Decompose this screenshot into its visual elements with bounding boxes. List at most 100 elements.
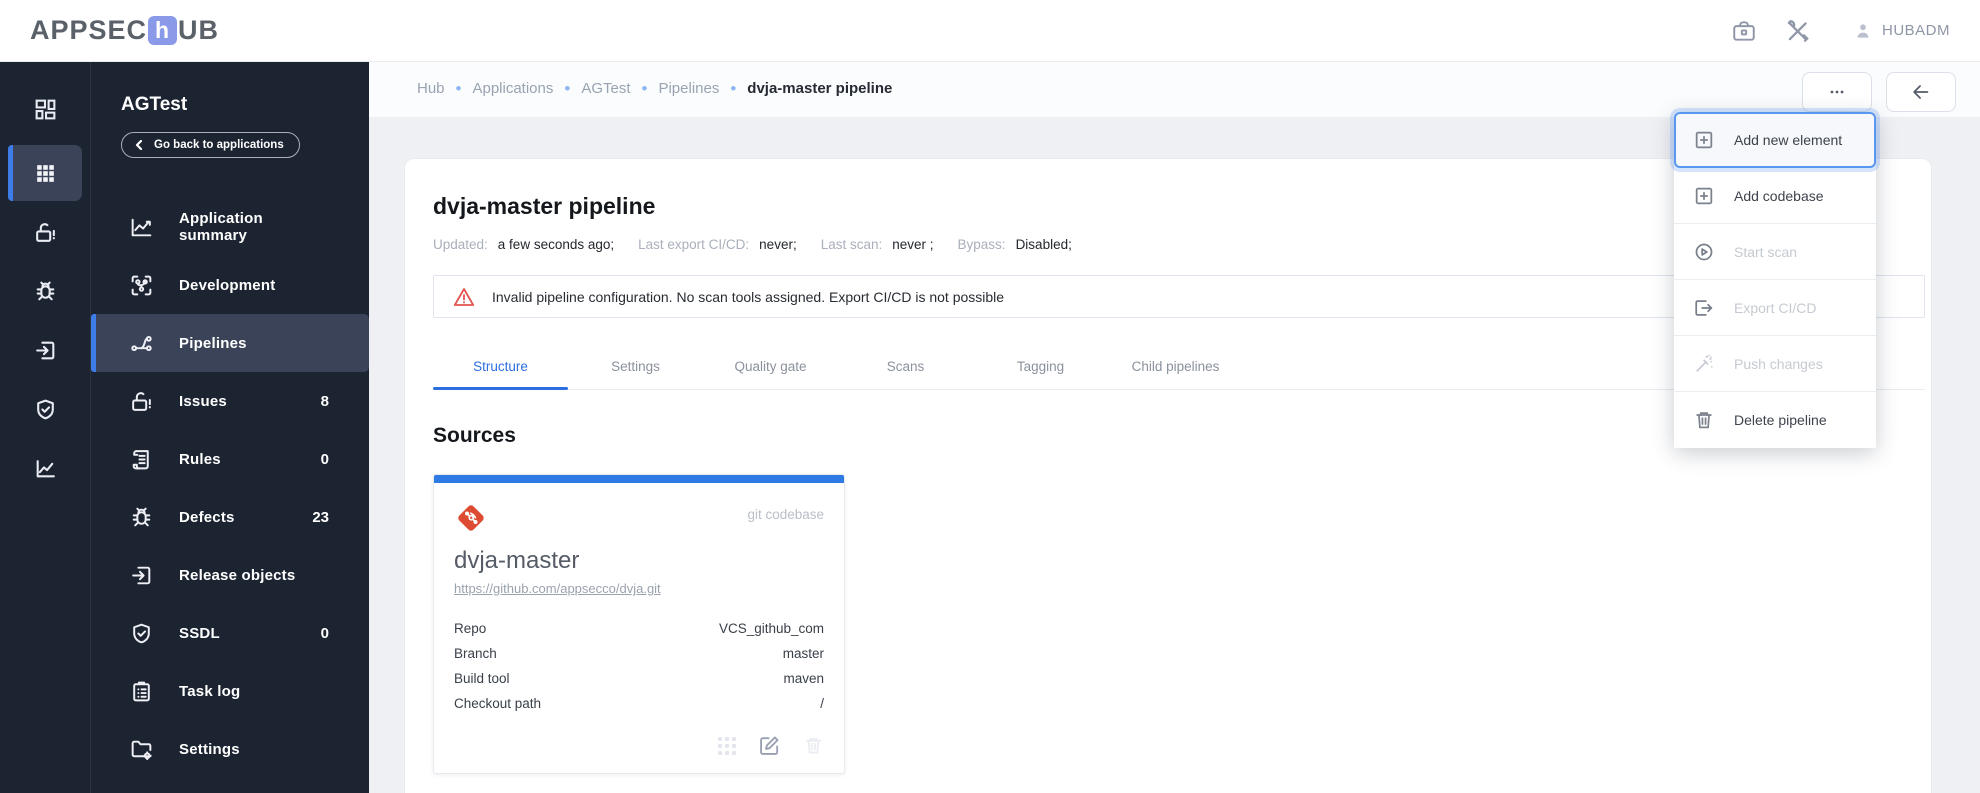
breadcrumb-agtest[interactable]: AGTest bbox=[581, 80, 630, 97]
shield-check-icon bbox=[133, 623, 150, 643]
sidebar-item-pipelines[interactable]: Pipelines bbox=[91, 314, 369, 372]
application-name: AGTest bbox=[121, 94, 188, 115]
username-label: HUBADM bbox=[1881, 22, 1950, 39]
menu-item-export-cicd[interactable]: Export CI/CD bbox=[1674, 280, 1876, 336]
release-icon bbox=[132, 566, 151, 584]
sidebar-item-issues[interactable]: Issues 8 bbox=[91, 372, 369, 430]
sidebar-item-count: 0 bbox=[320, 450, 329, 468]
sidebar-item-label: Pipelines bbox=[179, 334, 247, 352]
meta-value: Disabled; bbox=[1015, 237, 1072, 252]
git-icon bbox=[458, 505, 484, 531]
detail-value: VCS_github_com bbox=[718, 621, 824, 636]
tab-structure[interactable]: Structure bbox=[433, 346, 568, 390]
sidebar-item-ssdl[interactable]: SSDL 0 bbox=[91, 604, 369, 662]
codebase-details: Repo VCS_github_com Branch master Build … bbox=[454, 616, 824, 716]
bug-icon bbox=[36, 281, 54, 300]
drag-handle-icon[interactable] bbox=[718, 736, 736, 755]
chart-line-icon bbox=[131, 218, 152, 236]
more-actions-button[interactable] bbox=[1802, 72, 1872, 112]
sidebar-item-settings[interactable]: Settings bbox=[91, 720, 369, 778]
codebase-card: git codebase dvja-master https://github.… bbox=[433, 474, 845, 774]
breadcrumb-hub[interactable]: Hub bbox=[417, 80, 445, 97]
sidebar-item-label: Task log bbox=[179, 682, 241, 700]
arrow-left-icon bbox=[1913, 85, 1929, 99]
tab-child-pipelines[interactable]: Child pipelines bbox=[1108, 346, 1243, 389]
logo-prefix: APPSEC bbox=[30, 15, 148, 45]
bug-icon bbox=[132, 507, 151, 526]
appsechub-logo[interactable]: APPSEC h UB bbox=[30, 15, 219, 46]
menu-item-add-new-element[interactable]: Add new element bbox=[1674, 112, 1876, 168]
detail-value: maven bbox=[783, 671, 824, 686]
breadcrumb-dot-icon: • bbox=[730, 79, 737, 98]
sidebar-item-label: Defects bbox=[179, 508, 235, 526]
breadcrumb-dot-icon: • bbox=[455, 79, 462, 98]
breadcrumb-dot-icon: • bbox=[641, 79, 648, 98]
tab-tagging[interactable]: Tagging bbox=[973, 346, 1108, 389]
menu-item-delete-pipeline[interactable]: Delete pipeline bbox=[1674, 392, 1876, 448]
trash-icon bbox=[1696, 412, 1712, 429]
rail-applications[interactable] bbox=[8, 145, 82, 201]
sidebar-item-application-summary[interactable]: Application summary bbox=[91, 198, 369, 256]
detail-label: Branch bbox=[454, 646, 497, 661]
sidebar-item-release-objects[interactable]: Release objects bbox=[91, 546, 369, 604]
delete-icon[interactable] bbox=[803, 735, 824, 756]
menu-item-add-codebase[interactable]: Add codebase bbox=[1674, 168, 1876, 224]
meta-label: Updated: bbox=[433, 237, 488, 252]
rail-issues[interactable] bbox=[8, 209, 82, 255]
plus-square-icon bbox=[1695, 131, 1713, 148]
sidebar: AGTest Go back to applications Applicati… bbox=[0, 62, 369, 793]
card-accent-bar bbox=[434, 475, 844, 483]
rail-release-objects[interactable] bbox=[8, 327, 82, 373]
sidebar-item-defects[interactable]: Defects 23 bbox=[91, 488, 369, 546]
user-icon bbox=[1857, 23, 1869, 38]
release-icon bbox=[35, 341, 54, 359]
go-back-to-applications-button[interactable]: Go back to applications bbox=[121, 132, 300, 158]
sidebar-item-label: SSDL bbox=[179, 624, 220, 642]
pipeline-actions-menu: Add new element Add codebase Start scan … bbox=[1674, 112, 1876, 448]
sidebar-item-task-log[interactable]: Task log bbox=[91, 662, 369, 720]
tab-settings[interactable]: Settings bbox=[568, 346, 703, 389]
rail-dashboard[interactable] bbox=[8, 86, 82, 132]
rules-scroll-icon bbox=[132, 449, 149, 469]
menu-item-start-scan[interactable]: Start scan bbox=[1674, 224, 1876, 280]
tab-scans[interactable]: Scans bbox=[838, 346, 973, 389]
tab-quality-gate[interactable]: Quality gate bbox=[703, 346, 838, 389]
codebase-title: dvja-master bbox=[454, 547, 580, 574]
chart-icon bbox=[36, 459, 55, 477]
go-back-label: Go back to applications bbox=[154, 139, 284, 151]
warning-triangle-icon bbox=[453, 287, 475, 306]
breadcrumb-applications[interactable]: Applications bbox=[472, 80, 553, 97]
card-actions bbox=[454, 734, 824, 757]
ellipsis-icon bbox=[1830, 90, 1844, 94]
sidebar-item-label: Application summary bbox=[179, 210, 263, 244]
breadcrumb-pipelines[interactable]: Pipelines bbox=[658, 80, 719, 97]
sidebar-item-rules[interactable]: Rules 0 bbox=[91, 430, 369, 488]
play-circle-icon bbox=[1695, 243, 1713, 260]
sidebar-item-count: 23 bbox=[312, 508, 329, 526]
breadcrumb: Hub • Applications • AGTest • Pipelines … bbox=[417, 80, 892, 97]
detail-value: master bbox=[782, 646, 824, 661]
detail-label: Repo bbox=[454, 621, 487, 636]
codebase-url-link[interactable]: https://github.com/appsecco/dvja.git bbox=[454, 581, 661, 596]
rail-summary[interactable] bbox=[8, 445, 82, 491]
back-button[interactable] bbox=[1886, 72, 1956, 112]
sidebar-item-count: 0 bbox=[320, 624, 329, 642]
detail-row-build-tool: Build tool maven bbox=[454, 666, 824, 691]
edit-icon[interactable] bbox=[758, 734, 781, 757]
chevron-left-icon bbox=[135, 140, 143, 150]
development-icon bbox=[131, 275, 152, 295]
user-menu[interactable]: HUBADM bbox=[1853, 21, 1950, 41]
tools-icon[interactable] bbox=[1785, 18, 1811, 44]
briefcase-icon[interactable] bbox=[1731, 18, 1757, 44]
shield-check-icon bbox=[36, 399, 54, 419]
rail-defects[interactable] bbox=[8, 268, 82, 314]
export-icon bbox=[1695, 299, 1713, 316]
menu-item-label: Export CI/CD bbox=[1734, 299, 1817, 316]
sidebar-item-development[interactable]: Development bbox=[91, 256, 369, 314]
rail-ssdl[interactable] bbox=[8, 386, 82, 432]
meta-value: a few seconds ago; bbox=[497, 237, 615, 252]
lock-open-alert-icon bbox=[35, 222, 55, 242]
menu-item-label: Delete pipeline bbox=[1734, 412, 1827, 428]
lock-open-alert-icon bbox=[132, 391, 151, 411]
menu-item-push-changes[interactable]: Push changes bbox=[1674, 336, 1876, 392]
